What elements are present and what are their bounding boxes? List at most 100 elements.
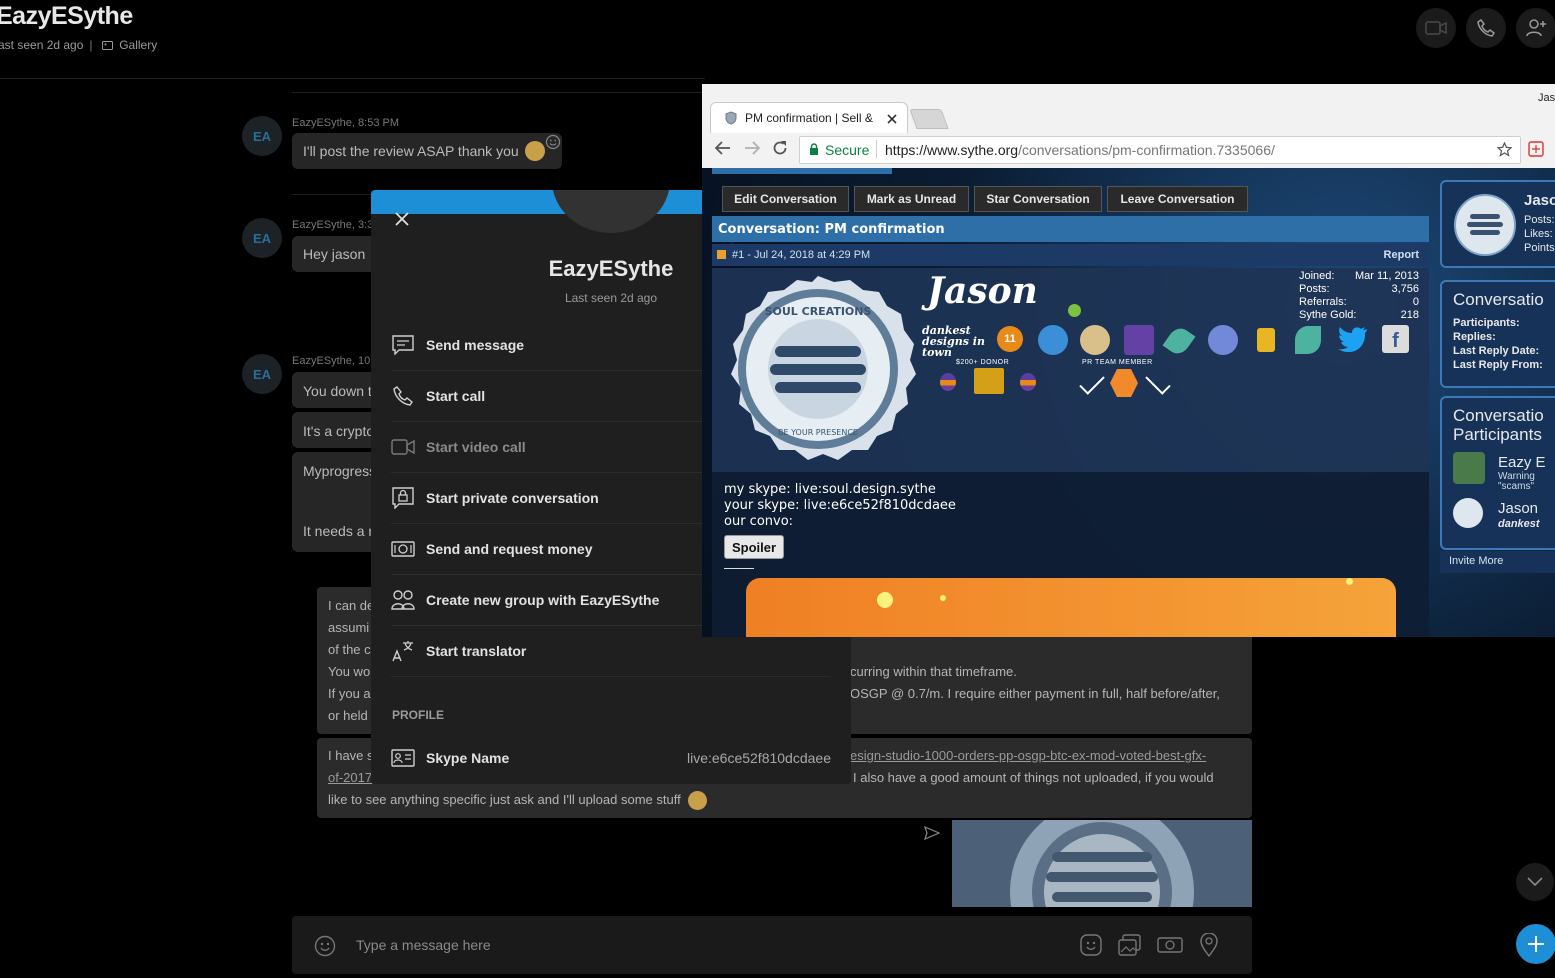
message-line: like to see anything specific just ask a… xyxy=(328,789,708,811)
gallery-link[interactable]: Gallery xyxy=(119,38,157,52)
send-money-icon[interactable] xyxy=(1157,935,1183,960)
star-conversation-button[interactable]: Star Conversation xyxy=(974,186,1102,212)
egg-badge-icon xyxy=(940,373,956,391)
url-text: https://www.sythe.org/conversations/pm-c… xyxy=(885,142,1275,158)
audio-call-button[interactable] xyxy=(1466,8,1506,48)
sent-icon xyxy=(924,825,941,845)
sticker-icon[interactable] xyxy=(1080,934,1102,961)
message-text: curring within that timeframe. xyxy=(850,664,1017,679)
participant-note-line: "scams" xyxy=(1498,481,1534,492)
close-icon[interactable] xyxy=(395,212,409,231)
media-gallery-icon[interactable] xyxy=(1118,934,1142,961)
participant-avatar[interactable] xyxy=(1453,452,1485,484)
sidebar-conversation-rows: Participants: Replies: Last Reply Date: … xyxy=(1453,316,1543,372)
reload-icon[interactable] xyxy=(772,140,788,161)
add-reaction-icon[interactable] xyxy=(545,134,561,155)
invite-more-bar: Invite More xyxy=(1440,551,1555,573)
avatar[interactable]: EA xyxy=(242,354,282,394)
message-text: of the c xyxy=(328,642,371,657)
forward-icon[interactable] xyxy=(744,141,761,160)
message-text: I'll post the review ASAP thank you xyxy=(303,143,519,159)
shared-image[interactable] xyxy=(952,820,1252,907)
extension-icon[interactable] xyxy=(1528,141,1544,162)
sidebar-row: Last Reply From: xyxy=(1453,359,1543,371)
phone-icon xyxy=(391,384,415,408)
message-link[interactable]: of-2017 xyxy=(328,767,372,789)
message-text: You wo xyxy=(328,664,371,679)
message-input[interactable]: Type a message here xyxy=(356,937,491,953)
sparkle-dot xyxy=(877,592,893,608)
location-icon[interactable] xyxy=(1200,932,1218,962)
group-icon xyxy=(391,588,415,612)
donor-label: $200+ DONOR xyxy=(956,359,1010,366)
post-text: my skype: live:soul.design.sythe your sk… xyxy=(724,482,956,530)
smile-emoji-icon xyxy=(524,141,545,161)
mark-as-unread-button[interactable]: Mark as Unread xyxy=(854,186,969,212)
participant-avatar[interactable] xyxy=(1453,498,1483,528)
stat-value: 218 xyxy=(1400,309,1419,321)
message-link[interactable]: esign-studio-1000-orders-pp-osgp-btc-ex-… xyxy=(850,745,1206,767)
bookmark-star-icon[interactable] xyxy=(1496,141,1513,162)
message-text: It's a crypto xyxy=(303,423,375,439)
feather-badge-icon xyxy=(1162,324,1196,358)
user-title: dankest designs in town xyxy=(922,324,985,359)
sidebar-stat: Likes: xyxy=(1524,228,1553,240)
chevron-down-icon xyxy=(1527,877,1543,887)
secure-label: Secure xyxy=(825,142,870,158)
avatar[interactable]: EA xyxy=(242,116,282,156)
stat-label: Posts: xyxy=(1299,283,1330,295)
message-bubble[interactable]: I'll post the review ASAP thank you xyxy=(292,133,562,169)
skype-name-row[interactable]: Skype Name live:e6ce52f810dcdaee xyxy=(391,733,831,783)
back-icon[interactable] xyxy=(714,141,731,160)
spoiler-button[interactable]: Spoiler xyxy=(724,535,784,559)
post-divider xyxy=(724,568,754,569)
new-chat-button[interactable] xyxy=(1516,924,1555,964)
add-person-icon xyxy=(1526,19,1546,37)
message-composer[interactable]: Type a message here xyxy=(292,916,1252,974)
gallery-icon[interactable] xyxy=(101,38,116,52)
address-bar[interactable]: Secure https://www.sythe.org/conversatio… xyxy=(799,136,1521,164)
embedded-image[interactable] xyxy=(746,578,1396,637)
last-seen-text: ast seen 2d ago xyxy=(0,38,84,52)
sparkle-dot xyxy=(1346,578,1353,585)
lock-badge-icon xyxy=(1257,328,1275,352)
tab-close-icon[interactable] xyxy=(887,111,897,129)
participant-name[interactable]: Eazy E xyxy=(1498,454,1546,471)
grin-emoji-icon xyxy=(688,791,708,811)
url-path: /conversations/pm-confirmation.7335066/ xyxy=(1018,142,1275,158)
message-meta: EazyESythe, 3:3 xyxy=(292,219,374,231)
message-text: I have s xyxy=(328,748,374,763)
sidebar-avatar[interactable] xyxy=(1454,194,1516,256)
message-icon xyxy=(391,333,415,357)
sidebar-user-box: Jaso Posts: Likes: Points xyxy=(1440,180,1555,268)
new-tab-button[interactable] xyxy=(909,109,949,129)
id-card-icon xyxy=(391,746,415,770)
report-link[interactable]: Report xyxy=(1384,249,1419,261)
sidebar-conversation-box: Conversatio Participants: Replies: Last … xyxy=(1440,280,1555,388)
message-text: If you a xyxy=(328,686,371,701)
edit-conversation-button[interactable]: Edit Conversation xyxy=(722,186,849,212)
action-label: Start private conversation xyxy=(426,490,599,506)
message-text: like to see anything specific just ask a… xyxy=(328,792,681,807)
emoji-picker-icon[interactable] xyxy=(314,935,336,962)
sidebar-row: Participants: xyxy=(1453,317,1520,329)
money-icon xyxy=(391,537,415,561)
stat-label: Sythe Gold: xyxy=(1299,309,1357,321)
sidebar-username[interactable]: Jaso xyxy=(1524,192,1555,209)
header-divider xyxy=(0,78,705,79)
add-people-button[interactable] xyxy=(1516,8,1555,48)
video-call-button[interactable] xyxy=(1416,8,1456,48)
participant-name[interactable]: Jason xyxy=(1498,500,1538,517)
invite-more-link[interactable]: Invite More xyxy=(1449,555,1503,567)
stat-value: 0 xyxy=(1412,296,1419,308)
post-line: my skype: live:soul.design.sythe xyxy=(724,482,936,497)
wing-right-icon xyxy=(1145,369,1171,395)
action-label: Create new group with EazyESythe xyxy=(426,592,660,608)
scroll-down-button[interactable] xyxy=(1516,863,1554,901)
browser-tab[interactable]: PM confirmation | Sell & xyxy=(710,102,908,133)
avatar[interactable]: EA xyxy=(242,218,282,258)
chat-subtitle: ast seen 2d ago | Gallery xyxy=(0,38,158,52)
leave-conversation-button[interactable]: Leave Conversation xyxy=(1107,186,1248,212)
video-icon xyxy=(391,435,415,459)
leaf-badge-icon xyxy=(1295,326,1321,354)
